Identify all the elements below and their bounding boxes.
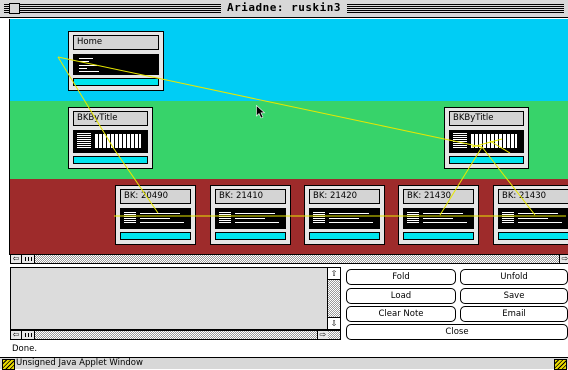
link-home-bkbytitle-2 xyxy=(57,56,483,148)
load-button[interactable]: Load xyxy=(346,288,456,304)
scroll-up-arrow-icon[interactable]: ⇧ xyxy=(328,268,340,280)
status-text: Done. xyxy=(12,344,38,354)
window-title-bar[interactable]: Ariadne: ruskin3 xyxy=(0,0,568,18)
link-bkbytitle-1-bk-20490 xyxy=(113,148,159,214)
link-lines xyxy=(57,56,566,217)
link-home-bkbytitle-1 xyxy=(57,56,115,150)
close-button[interactable]: Close xyxy=(346,324,568,340)
scroll-right-arrow-icon[interactable]: ⇨ xyxy=(559,255,568,263)
left-gutter xyxy=(0,19,10,255)
link-bkbytitle-2-bk-21430-a xyxy=(439,146,483,216)
link-bkbytitle-2-self-b xyxy=(489,140,511,154)
window-title-wrap: Ariadne: ruskin3 xyxy=(0,1,568,14)
fold-button[interactable]: Fold xyxy=(346,269,456,285)
canvas-hscrollbar[interactable]: ⇦ ⇨ xyxy=(10,254,568,264)
save-button[interactable]: Save xyxy=(460,288,568,304)
scroll-thumb[interactable] xyxy=(21,331,35,339)
scroll-right-arrow-icon[interactable]: ⇨ xyxy=(317,331,328,339)
window-title: Ariadne: ruskin3 xyxy=(221,1,347,14)
notes-vscrollbar[interactable]: ⇧ ⇩ xyxy=(327,267,341,330)
email-button[interactable]: Email xyxy=(460,306,568,322)
clear-note-button[interactable]: Clear Note xyxy=(346,306,456,322)
notes-hscrollbar[interactable]: ⇦ ⇨ xyxy=(10,330,341,340)
scroll-thumb[interactable] xyxy=(21,255,35,263)
warning-stripe-icon xyxy=(2,359,15,370)
link-bkbytitle-2-bk-21430-b xyxy=(481,146,536,216)
scroll-down-arrow-icon[interactable]: ⇩ xyxy=(328,317,340,329)
unfold-button[interactable]: Unfold xyxy=(460,269,568,285)
warning-stripe-icon xyxy=(554,359,567,370)
notes-textarea[interactable] xyxy=(10,267,328,330)
map-canvas[interactable]: Home BKByTitle BKByTitle BK: 20490 BK: 2… xyxy=(10,19,568,254)
mouse-pointer-icon xyxy=(256,105,266,119)
applet-warning-label: Unsigned Java Applet Window xyxy=(16,358,143,368)
applet-warning-bar: Unsigned Java Applet Window xyxy=(0,357,568,370)
